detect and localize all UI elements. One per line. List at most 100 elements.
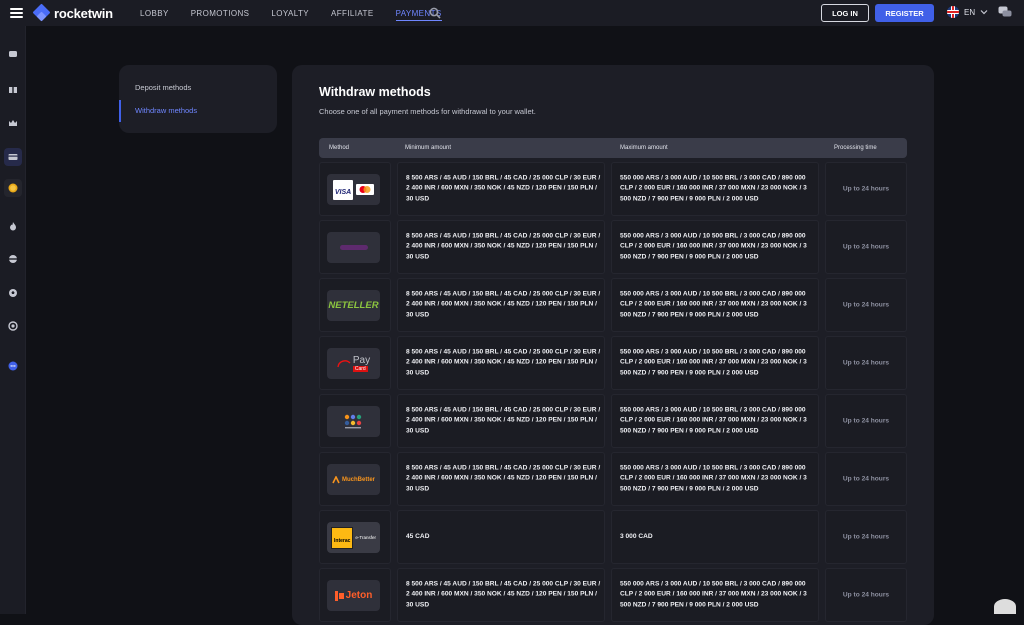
min-amount-cell: 8 500 ARS / 45 AUD / 150 BRL / 45 CAD / … (397, 336, 605, 390)
menu-deposit-methods[interactable]: Deposit methods (119, 77, 277, 99)
min-amount: 8 500 ARS / 45 AUD / 150 BRL / 45 CAD / … (406, 290, 601, 319)
paycard-arc-icon (337, 359, 351, 367)
muchbetter-mark-icon (332, 475, 340, 483)
paycard-pay-text: Pay (352, 354, 371, 366)
table-row: VISA 8 500 ARS / 45 AUD / 150 BRL / 45 C… (319, 162, 907, 216)
live-chat-avatar-icon[interactable] (994, 599, 1016, 614)
cryptocurrency-logo (327, 406, 380, 437)
search-icon[interactable] (429, 7, 441, 19)
page-title: Withdraw methods (319, 85, 431, 99)
method-cell: Pay Card (319, 336, 391, 390)
main-nav: LOBBY PROMOTIONS LOYALTY AFFILIATE PAYME… (140, 0, 442, 26)
time-cell: Up to 24 hours (825, 278, 907, 332)
min-amount: 8 500 ARS / 45 AUD / 150 BRL / 45 CAD / … (406, 232, 601, 261)
chat-icon[interactable] (998, 6, 1012, 19)
table-row: Interac e-Transfer 45 CAD 3 000 CAD Up t… (319, 510, 907, 564)
soccer-icon[interactable] (4, 284, 22, 302)
language-selector[interactable]: EN (947, 6, 988, 18)
settings-icon[interactable] (4, 317, 22, 335)
tennis-icon[interactable] (4, 250, 22, 268)
gift-icon[interactable] (4, 80, 22, 98)
max-amount-cell: 550 000 ARS / 3 000 AUD / 10 500 BRL / 3… (611, 394, 819, 448)
method-cell: NETELLER (319, 278, 391, 332)
etransfer-text: e-Transfer (355, 535, 376, 540)
min-amount: 45 CAD (406, 532, 430, 540)
method-cell: MuchBetter (319, 452, 391, 506)
processing-time: Up to 24 hours (842, 475, 890, 483)
menu-icon[interactable] (10, 8, 23, 18)
coin-icon[interactable] (4, 179, 22, 197)
max-amount: 3 000 CAD (620, 532, 653, 540)
table-header: Method Minimum amount Maximum amount Pro… (319, 138, 907, 158)
processing-time: Up to 24 hours (842, 533, 890, 541)
register-button[interactable]: REGISTER (875, 4, 934, 22)
min-amount-cell: 8 500 ARS / 45 AUD / 150 BRL / 45 CAD / … (397, 394, 605, 448)
min-amount: 8 500 ARS / 45 AUD / 150 BRL / 45 CAD / … (406, 406, 601, 435)
sidebar (0, 26, 26, 614)
method-cell (319, 220, 391, 274)
support-chat-icon[interactable] (4, 357, 22, 375)
logo-mark-icon (32, 3, 51, 22)
muchbetter-logo: MuchBetter (327, 464, 380, 495)
processing-time: Up to 24 hours (842, 301, 890, 309)
max-amount: 550 000 ARS / 3 000 AUD / 10 500 BRL / 3… (620, 290, 807, 319)
time-cell: Up to 24 hours (825, 220, 907, 274)
column-minimum-amount: Minimum amount (405, 145, 452, 151)
menu-withdraw-methods[interactable]: Withdraw methods (119, 100, 277, 122)
max-amount: 550 000 ARS / 3 000 AUD / 10 500 BRL / 3… (620, 580, 807, 609)
column-processing-time: Processing time (834, 145, 877, 151)
logo[interactable]: rocketwin (32, 3, 113, 22)
top-bar: rocketwin LOBBY PROMOTIONS LOYALTY AFFIL… (0, 0, 1024, 26)
nav-affiliate[interactable]: AFFILIATE (331, 1, 374, 26)
interac-logo: Interac e-Transfer (327, 522, 380, 553)
mastercard-icon (356, 184, 375, 195)
visa-text: VISA (334, 188, 352, 196)
min-amount: 8 500 ARS / 45 AUD / 150 BRL / 45 CAD / … (406, 348, 601, 377)
table-row: MuchBetter 8 500 ARS / 45 AUD / 150 BRL … (319, 452, 907, 506)
max-amount-cell: 550 000 ARS / 3 000 AUD / 10 500 BRL / 3… (611, 278, 819, 332)
min-amount: 8 500 ARS / 45 AUD / 150 BRL / 45 CAD / … (406, 464, 601, 493)
max-amount: 550 000 ARS / 3 000 AUD / 10 500 BRL / 3… (620, 232, 807, 261)
paycard-wordmark: Pay Card (352, 354, 371, 372)
min-amount: 8 500 ARS / 45 AUD / 150 BRL / 45 CAD / … (406, 174, 601, 203)
neteller-logo: NETELLER (327, 290, 380, 321)
max-amount: 550 000 ARS / 3 000 AUD / 10 500 BRL / 3… (620, 406, 807, 435)
payments-side-menu: Deposit methods Withdraw methods (119, 65, 277, 133)
processing-time: Up to 24 hours (842, 185, 890, 193)
crown-icon[interactable] (4, 114, 22, 132)
nav-loyalty[interactable]: LOYALTY (271, 1, 309, 26)
max-amount-cell: 550 000 ARS / 3 000 AUD / 10 500 BRL / 3… (611, 162, 819, 216)
processing-time: Up to 24 hours (842, 359, 890, 367)
nav-lobby[interactable]: LOBBY (140, 1, 169, 26)
nav-promotions[interactable]: PROMOTIONS (191, 1, 250, 26)
max-amount: 550 000 ARS / 3 000 AUD / 10 500 BRL / 3… (620, 464, 807, 493)
skrill-logo (327, 232, 380, 263)
paycard-logo: Pay Card (327, 348, 380, 379)
crypto-coins-icon (344, 414, 361, 428)
withdraw-methods-panel: Withdraw methods Choose one of all payme… (292, 65, 934, 625)
interac-text: Interac (334, 537, 351, 544)
card-icon[interactable] (4, 148, 22, 166)
neteller-text: NETELLER (328, 300, 379, 311)
table-row: 8 500 ARS / 45 AUD / 150 BRL / 45 CAD / … (319, 220, 907, 274)
casino-icon[interactable] (4, 45, 22, 63)
max-amount-cell: 3 000 CAD (611, 510, 819, 564)
min-amount-cell: 8 500 ARS / 45 AUD / 150 BRL / 45 CAD / … (397, 220, 605, 274)
time-cell: Up to 24 hours (825, 394, 907, 448)
interac-badge: Interac (331, 526, 354, 549)
max-amount: 550 000 ARS / 3 000 AUD / 10 500 BRL / 3… (620, 174, 807, 203)
min-amount: 8 500 ARS / 45 AUD / 150 BRL / 45 CAD / … (406, 580, 601, 609)
page-subtitle: Choose one of all payment methods for wi… (319, 107, 536, 116)
chevron-down-icon (980, 10, 988, 15)
login-button[interactable]: LOG IN (821, 4, 869, 22)
skrill-wordmark-icon (339, 245, 368, 250)
processing-time: Up to 24 hours (842, 243, 890, 251)
uk-flag-icon (947, 6, 959, 18)
max-amount-cell: 550 000 ARS / 3 000 AUD / 10 500 BRL / 3… (611, 220, 819, 274)
fire-icon[interactable] (4, 217, 22, 235)
min-amount-cell: 8 500 ARS / 45 AUD / 150 BRL / 45 CAD / … (397, 162, 605, 216)
paycard-card-text: Card (352, 365, 368, 372)
muchbetter-text: MuchBetter (341, 476, 375, 483)
method-cell: Interac e-Transfer (319, 510, 391, 564)
time-cell: Up to 24 hours (825, 162, 907, 216)
